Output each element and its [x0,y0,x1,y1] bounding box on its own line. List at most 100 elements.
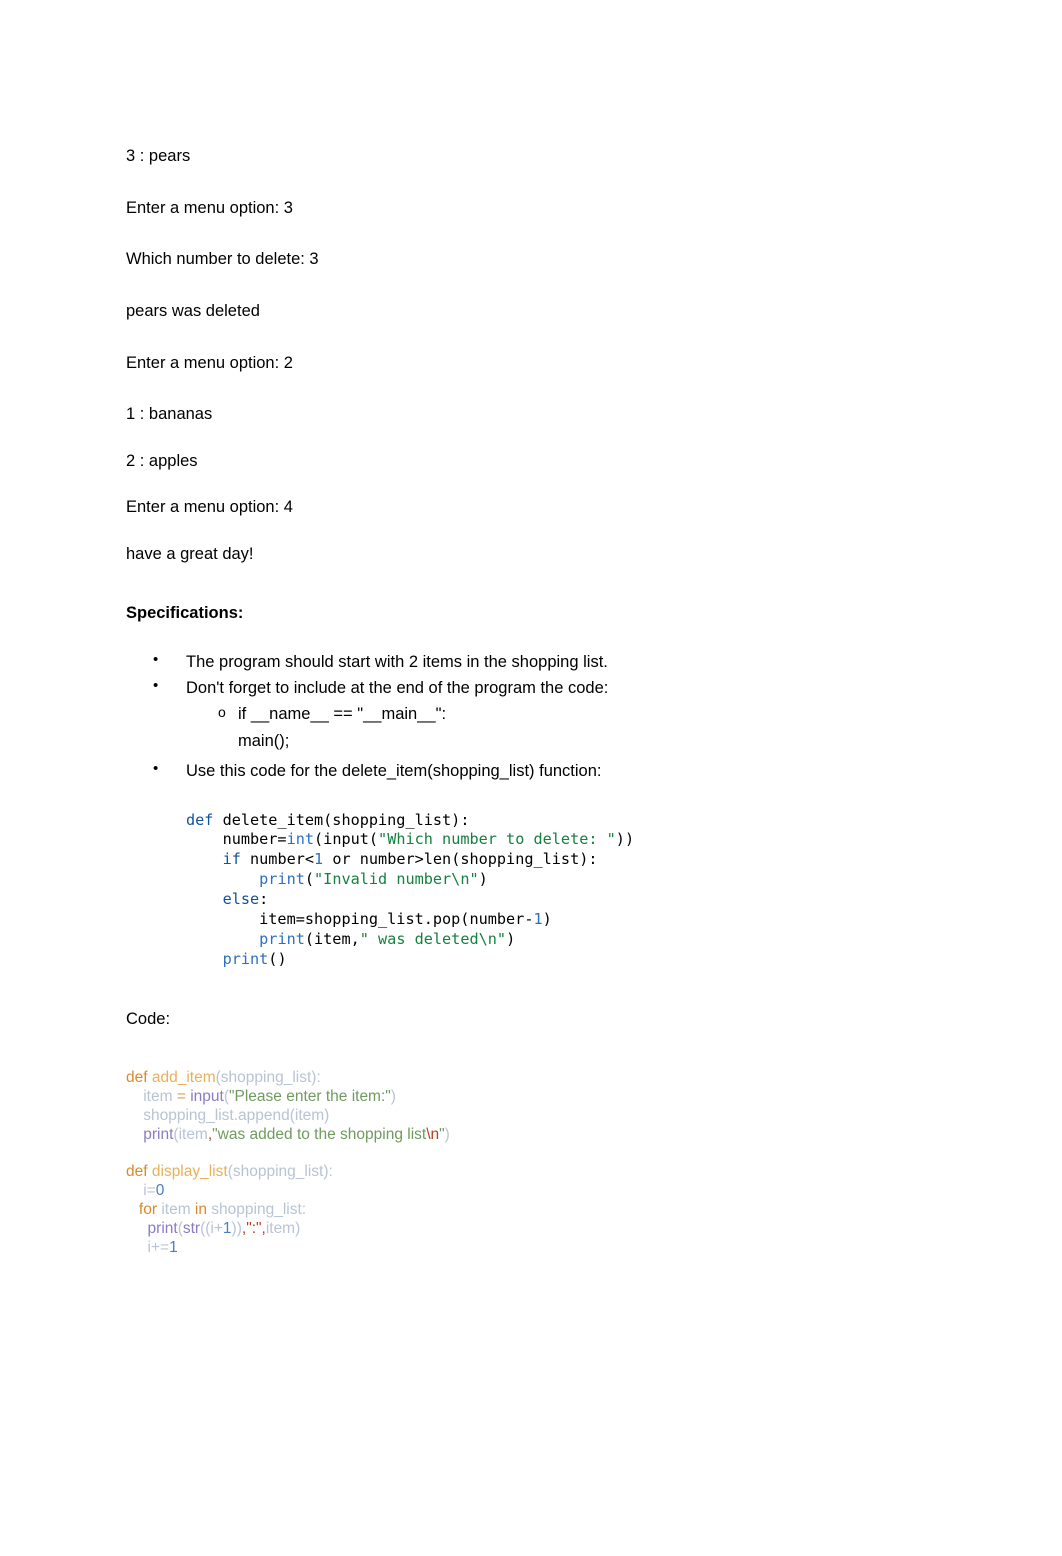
code-token: in [194,1201,207,1219]
code-token: () [268,949,287,968]
code-token: ) [444,1125,450,1143]
code-line: print() [186,950,946,970]
code-token: ) [542,910,552,929]
code-token: " was deleted\n" [359,930,507,949]
transcript-line: Enter a menu option: 3 [126,198,293,217]
transcript-line: 1 : bananas [126,405,213,424]
transcript-line: pears was deleted [126,301,260,320]
code-token: display_list [151,1163,228,1181]
console-transcript: 3 : pears Enter a menu option: 3 Which n… [126,146,946,565]
transcript-line: Which number to delete: 3 [126,250,319,269]
list-item: Use this code for the delete_item(shoppi… [126,757,946,784]
code-token: ) [478,870,488,889]
code-token: item=shopping_list.pop(number- [186,910,534,929]
transcript-line: 2 : apples [126,451,198,470]
code-token: "Which number to delete: " [378,830,616,849]
code-token: (item, [304,930,360,949]
code-line: if number<1 or number>len(shopping_list)… [186,850,946,870]
code-line: print(str((i+1)),":",item) [126,1220,946,1239]
sub-list-item-continued: main(); [238,731,290,750]
code-token: def [186,810,214,829]
code-token: if [222,850,241,869]
code-token: print [222,949,269,968]
code-token: ) [506,930,516,949]
code-token: i+= [126,1238,170,1256]
code-token: def [126,1068,148,1086]
code-token: = [176,1087,186,1105]
specifications-heading: Specifications: [126,603,244,622]
code-token: item) [265,1220,301,1238]
code-token: \n [426,1125,440,1143]
code-token: )) [615,830,635,849]
code-token: add_item [151,1068,216,1086]
code-line: i+=1 [126,1239,946,1258]
code-token: print [259,930,305,949]
code-token: ( [304,870,315,889]
sub-list-item: if __name__ == "__main__": [126,701,946,727]
code-line: number=int(input("Which number to delete… [186,830,946,850]
code-line: def add_item(shopping_list): [126,1069,946,1088]
transcript-line: have a great day! [126,545,254,563]
code-token: item [178,1125,208,1143]
code-token: or number>len(shopping_list): [323,850,598,869]
code-token: ":" [246,1220,262,1238]
code-section-label: Code: [126,1009,171,1028]
transcript-line: Enter a menu option: 4 [126,498,293,517]
code-token: )) [231,1220,242,1238]
code-token: else [222,890,260,909]
code-line: shopping_list.append(item) [126,1107,946,1126]
code-token: int [286,830,315,849]
code-token: item [126,1087,177,1105]
code-line: i=0 [126,1182,946,1201]
code-line: for item in shopping_list: [126,1201,946,1220]
code-token: (shopping_list): [215,1068,321,1086]
code-token: i= [126,1182,156,1200]
code-token: "Invalid number\n" [314,870,479,889]
code-token: def [126,1163,148,1181]
code-token: (shopping_list): [227,1163,333,1181]
code-block-student-code: def add_item(shopping_list): item = inpu… [126,1069,946,1258]
code-line: print(item,"was added to the shopping li… [126,1126,946,1145]
code-token: for [138,1201,158,1219]
code-token: print [147,1220,178,1238]
transcript-line: 3 : pears [126,147,191,165]
code-token: 1 [222,1220,232,1238]
code-token: ) [390,1087,396,1105]
code-token: "Please enter the item:" [229,1087,391,1105]
code-token: (input( [314,830,379,849]
code-token: print [259,870,305,889]
code-line: item=shopping_list.pop(number-1) [186,910,946,930]
code-token: number< [240,850,315,869]
code-line: item = input("Please enter the item:") [126,1088,946,1107]
code-token: 1 [169,1238,178,1256]
code-token: "was added to the shopping list [212,1125,427,1143]
specifications-list: The program should start with 2 items in… [126,648,946,785]
code-line: def display_list(shopping_list): [126,1163,946,1182]
code-token: shopping_list.append(item) [126,1106,330,1124]
code-token: str [182,1220,201,1238]
transcript-line: Enter a menu option: 2 [126,353,293,372]
code-token: delete_item(shopping_list): [213,810,470,829]
code-token: 1 [533,910,543,929]
list-item: The program should start with 2 items in… [126,648,946,675]
code-token: 0 [155,1182,165,1200]
code-token: input [190,1087,224,1105]
code-line: print("Invalid number\n") [186,870,946,890]
code-token: : [259,890,269,909]
code-token: item [157,1201,195,1219]
list-item: Don't forget to include at the end of th… [126,674,946,701]
code-token: number= [186,830,287,849]
code-line: def delete_item(shopping_list): [186,811,946,831]
code-token: 1 [314,850,324,869]
code-token: print [143,1125,174,1143]
code-line: print(item," was deleted\n") [186,930,946,950]
